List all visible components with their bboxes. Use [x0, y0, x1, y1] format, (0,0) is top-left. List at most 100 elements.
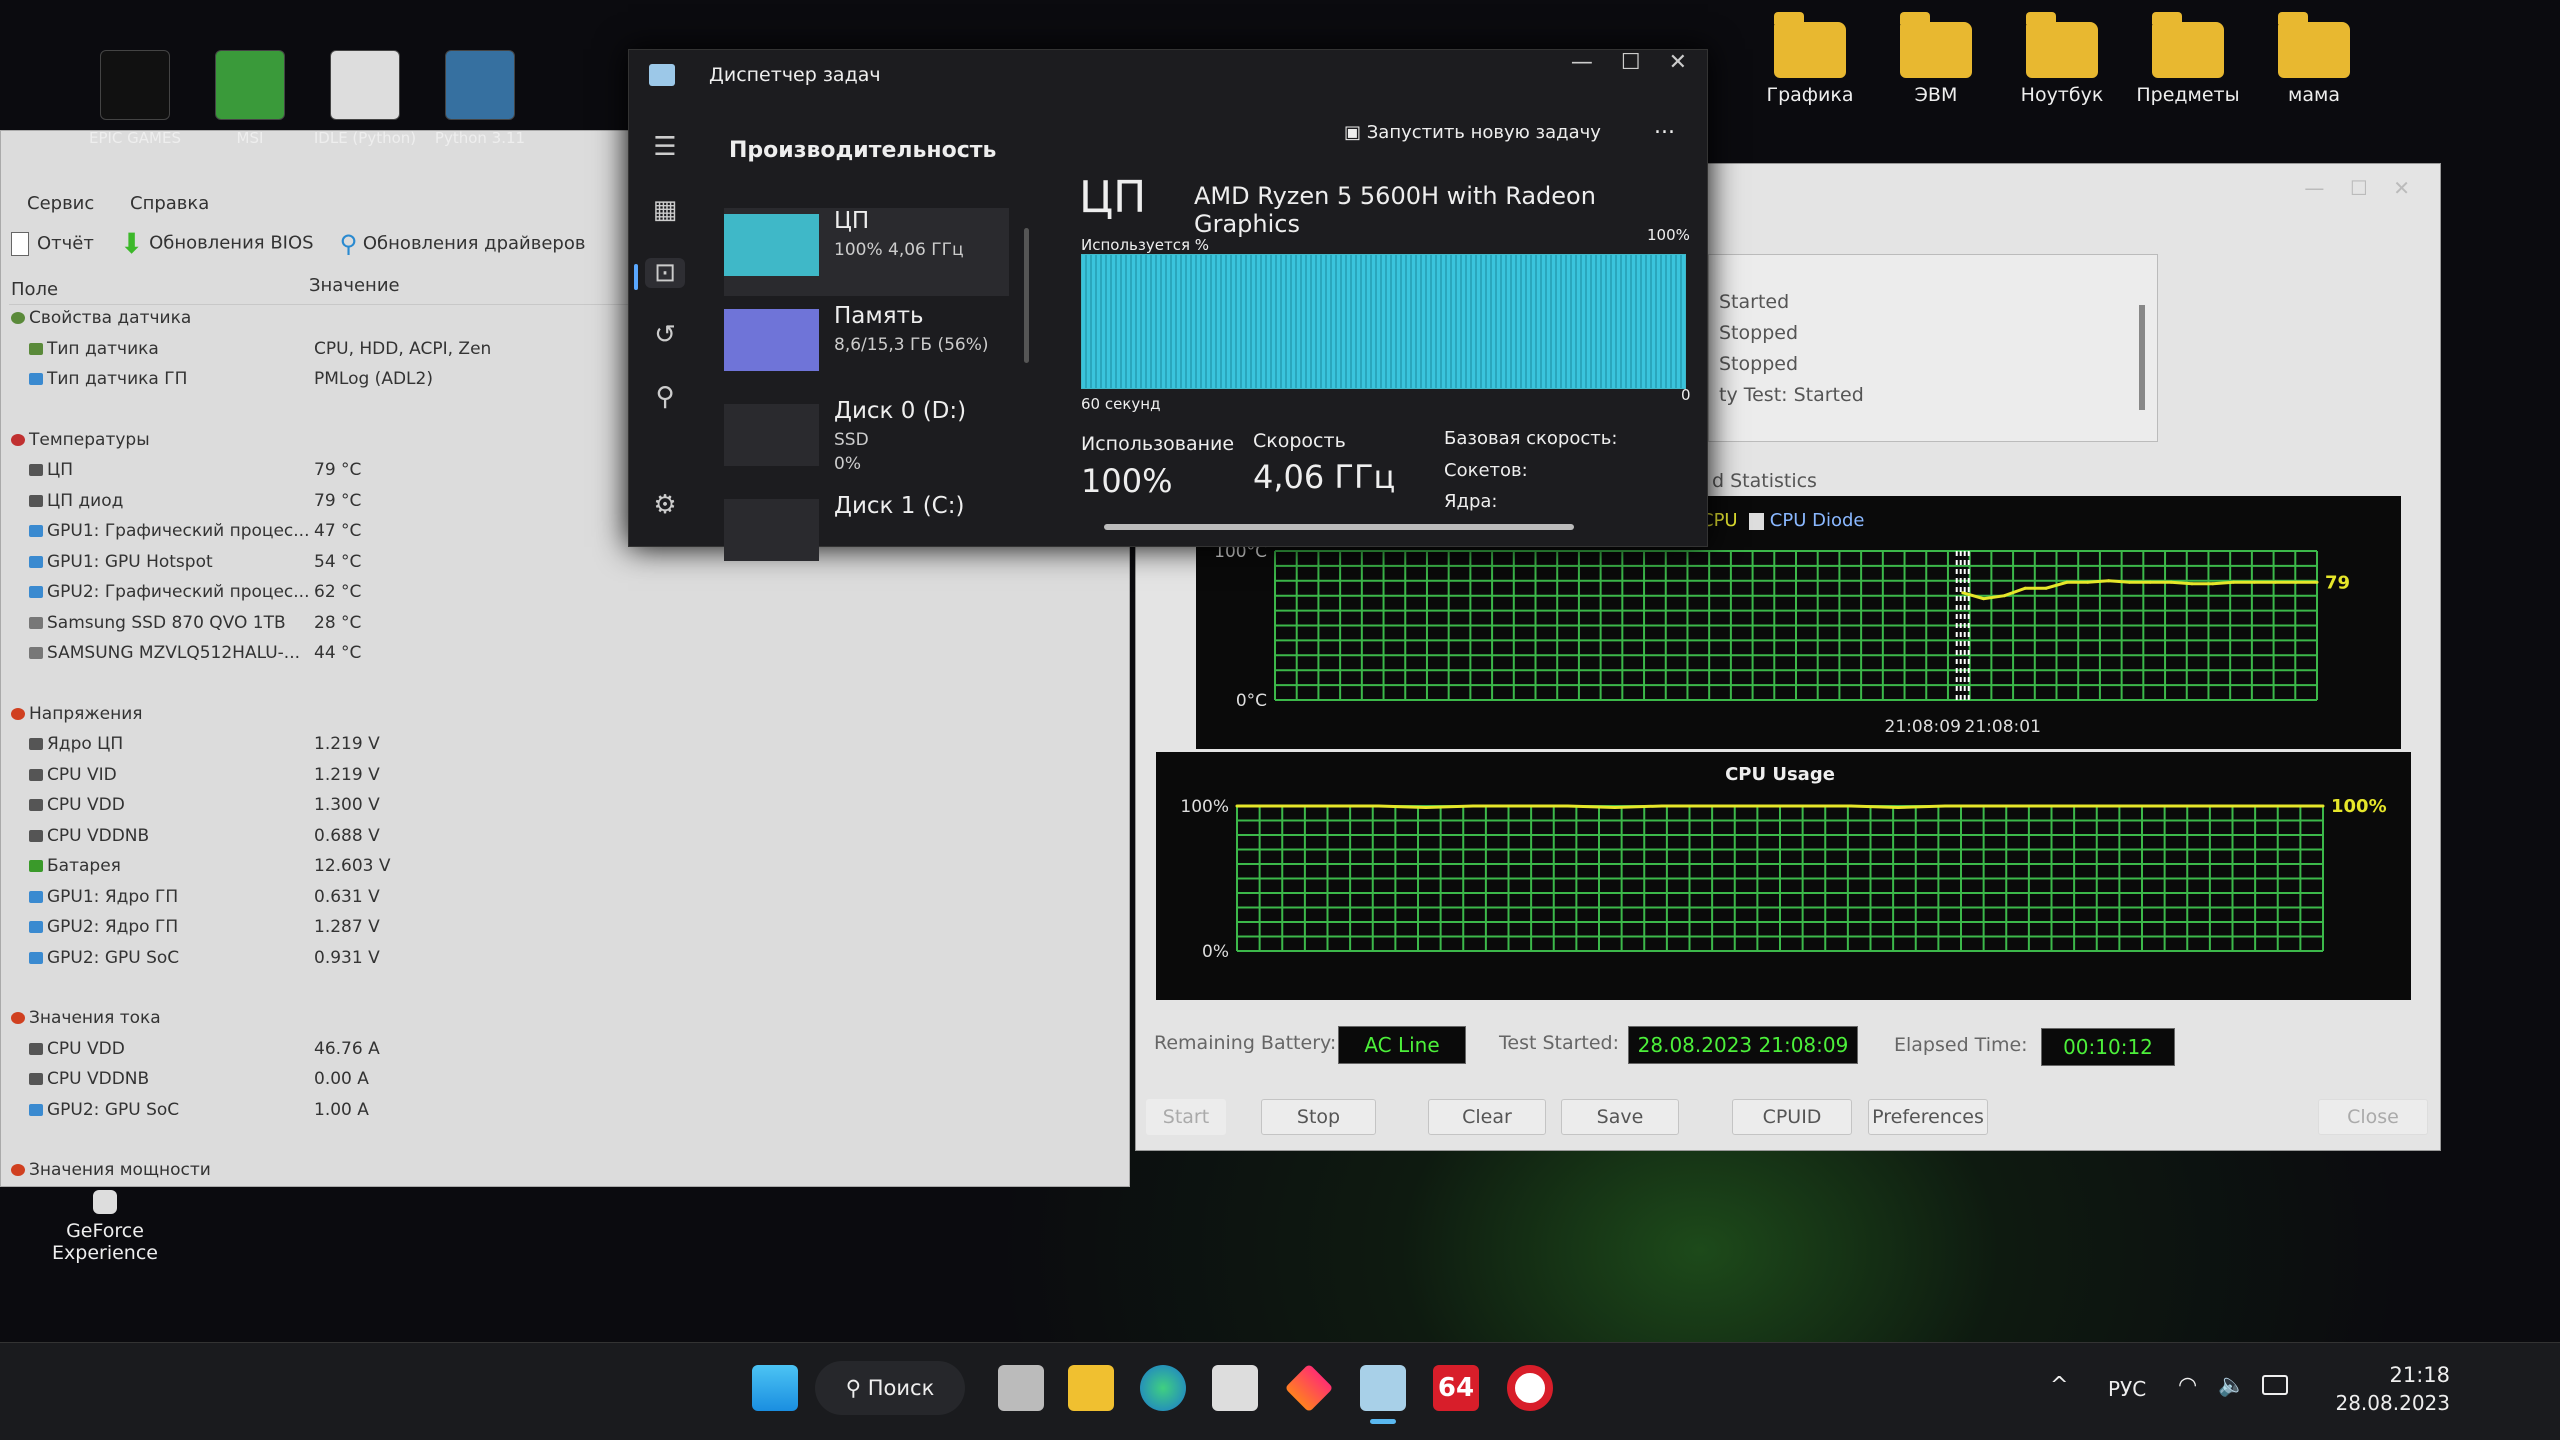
sensor-group[interactable]: Значения тока	[9, 1008, 1109, 1038]
sensor-row[interactable]: CPU VDDNB 0.688 V	[9, 826, 1109, 856]
more-options-button[interactable]: ...	[1654, 114, 1675, 139]
sensor-row[interactable]: GPU2: GPU SoC 1.00 A	[9, 1100, 1109, 1130]
data-point	[1329, 804, 1333, 808]
sensor-name: Тип датчика	[47, 338, 159, 359]
sensor-value: PMLog (ADL2)	[314, 369, 433, 389]
task-manager-taskbar-icon[interactable]	[1360, 1365, 1406, 1411]
maximize-icon[interactable]: ☐	[2350, 176, 2368, 200]
desktop-folder[interactable]: Предметы	[2123, 8, 2253, 106]
horizontal-scrollbar[interactable]	[1104, 524, 1574, 530]
desktop-icon[interactable]: Python 3.11	[415, 50, 545, 148]
cpuid-button[interactable]: CPUID	[1732, 1099, 1852, 1135]
sensor-value: 62 °C	[314, 582, 362, 602]
minimize-icon[interactable]: —	[1571, 50, 1593, 75]
sensor-group[interactable]: Напряжения	[9, 704, 1109, 734]
report-icon	[11, 231, 29, 256]
run-new-task-button[interactable]: ▣ Запустить новую задачу	[1344, 122, 1601, 143]
clock-date[interactable]: 28.08.2023	[2300, 1391, 2450, 1415]
data-point	[1424, 805, 1428, 809]
sensor-name: GPU1: GPU Hotspot	[47, 551, 213, 572]
startup-icon[interactable]: ⚲	[645, 382, 685, 412]
performance-card[interactable]: Память 8,6/15,3 ГБ (56%)	[724, 303, 1009, 391]
sensor-name: GPU2: GPU SoC	[47, 947, 180, 968]
menu-service[interactable]: Сервис	[27, 193, 94, 214]
column-field[interactable]: Поле	[11, 279, 58, 300]
save-button[interactable]: Save	[1561, 1099, 1679, 1135]
sensor-row[interactable]: GPU1: Ядро ГП 0.631 V	[9, 887, 1109, 917]
sensor-row[interactable]: GPU2: Ядро ГП 1.287 V	[9, 917, 1109, 947]
volume-icon[interactable]: 🔈	[2218, 1373, 2245, 1398]
menu-bar: Сервис Справка	[1, 193, 239, 214]
folder-icon	[2026, 12, 2098, 78]
disk-icon	[29, 647, 43, 659]
column-value[interactable]: Значение	[309, 275, 400, 296]
wifi-icon[interactable]: ◠	[2178, 1373, 2197, 1398]
desktop-folder[interactable]: Ноутбук	[1997, 8, 2127, 106]
data-point	[2107, 579, 2111, 583]
sensor-group[interactable]: Значения мощности	[9, 1160, 1109, 1190]
sensor-row[interactable]: CPU VDD 46.76 A	[9, 1039, 1109, 1069]
close-button[interactable]: Close	[2318, 1099, 2428, 1135]
desktop-folder[interactable]: Графика	[1745, 8, 1875, 106]
app-diamond-icon[interactable]	[1284, 1363, 1334, 1413]
report-button[interactable]: Отчёт	[11, 231, 94, 256]
log-scrollbar[interactable]	[2139, 305, 2145, 410]
sensor-name: Тип датчика ГП	[47, 369, 188, 389]
start-windows-icon[interactable]	[752, 1365, 798, 1411]
data-point	[1613, 805, 1617, 809]
bios-update-button[interactable]: ⬇ Обновления BIOS	[120, 227, 314, 260]
desktop-folder[interactable]: мама	[2249, 8, 2379, 106]
sensor-row[interactable]: Ядро ЦП 1.219 V	[9, 734, 1109, 764]
start-button[interactable]: Start	[1146, 1099, 1226, 1135]
performance-card[interactable]: ЦП 100% 4,06 ГГц	[724, 208, 1009, 296]
gpu-icon	[29, 586, 43, 598]
desktop-icon[interactable]: MSI	[185, 50, 315, 148]
desktop-folder[interactable]: ЭВМ	[1871, 8, 2001, 106]
sensor-row[interactable]: GPU2: GPU SoC 0.931 V	[9, 948, 1109, 978]
close-icon[interactable]: ✕	[2393, 176, 2410, 200]
app-ring-icon[interactable]	[1507, 1365, 1553, 1411]
hamburger-menu-icon[interactable]: ☰	[645, 132, 685, 162]
sensor-row[interactable]: SAMSUNG MZVLQ512HALU-... 44 °C	[9, 643, 1109, 673]
data-point	[2232, 580, 2236, 584]
sensor-name: ЦП диод	[47, 490, 124, 511]
sensor-value: 44 °C	[314, 643, 362, 663]
history-icon[interactable]: ↺	[645, 320, 685, 350]
cpu-icon	[29, 1042, 43, 1055]
microsoft-store-icon[interactable]	[1212, 1365, 1258, 1411]
minimize-icon[interactable]: —	[2304, 176, 2324, 200]
sensor-row[interactable]: GPU2: Графический процес... 62 °C	[9, 582, 1109, 612]
sensor-row[interactable]: CPU VID 1.219 V	[9, 765, 1109, 795]
sensor-row[interactable]: Батарея 12.603 V	[9, 856, 1109, 886]
task-view-icon[interactable]	[998, 1365, 1044, 1411]
stop-button[interactable]: Stop	[1261, 1099, 1376, 1135]
show-hidden-icons-chevron[interactable]: ^	[2050, 1373, 2068, 1398]
search-button[interactable]: ⚲ Поиск	[815, 1361, 965, 1415]
edge-browser-icon[interactable]	[1140, 1365, 1186, 1411]
close-icon[interactable]: ✕	[1669, 50, 1687, 75]
statistics-tab[interactable]: d Statistics	[1712, 470, 1817, 492]
processes-icon[interactable]: ▦	[645, 195, 685, 225]
desktop-icon[interactable]: IDLE (Python)	[300, 50, 430, 148]
maximize-icon[interactable]: ☐	[1621, 50, 1641, 75]
desktop-icon[interactable]: EPIC GAMES	[70, 50, 200, 148]
menu-help[interactable]: Справка	[130, 193, 209, 214]
sensor-row[interactable]: Samsung SSD 870 QVO 1TB 28 °C	[9, 613, 1109, 643]
driver-update-button[interactable]: ⚲ Обновления драйверов	[340, 230, 586, 258]
performance-icon[interactable]: ⊡	[645, 258, 685, 288]
y-tick-label: 100%	[1180, 797, 1229, 817]
card-scrollbar[interactable]	[1024, 228, 1029, 363]
settings-gear-icon[interactable]: ⚙	[645, 490, 685, 520]
performance-card[interactable]: Диск 0 (D:) SSD 0%	[724, 398, 1009, 486]
performance-card[interactable]: Диск 1 (C:)	[724, 493, 1009, 581]
clear-button[interactable]: Clear	[1428, 1099, 1546, 1135]
preferences-button[interactable]: Preferences	[1868, 1099, 1988, 1135]
sensor-row[interactable]: CPU VDD 1.300 V	[9, 795, 1109, 825]
language-indicator[interactable]: РУС	[2108, 1377, 2146, 1401]
file-explorer-icon[interactable]	[1068, 1365, 1114, 1411]
aida64-taskbar-icon[interactable]: 64	[1433, 1365, 1479, 1411]
clock-time[interactable]: 21:18	[2360, 1363, 2450, 1387]
battery-icon[interactable]	[2262, 1375, 2288, 1395]
sensor-row[interactable]: CPU VDDNB 0.00 A	[9, 1069, 1109, 1099]
desktop-icon-geforce[interactable]: GeForce Experience	[40, 1190, 170, 1264]
